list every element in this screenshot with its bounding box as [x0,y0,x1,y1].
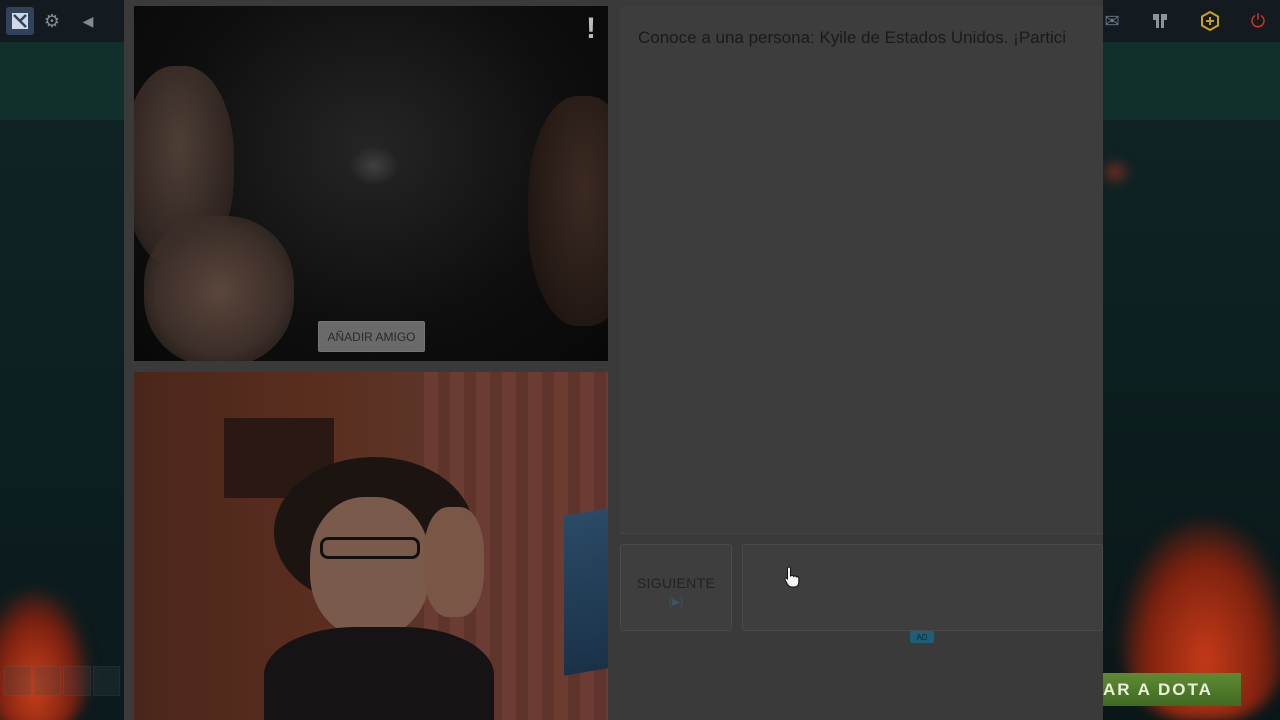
play-dota-label: AR A DOTA [1103,679,1213,699]
dota-logo-icon[interactable] [6,7,34,35]
ad-badge: AD [910,631,934,643]
chat-log[interactable]: Conoce a una persona: Kyile de Estados U… [620,6,1103,534]
next-key-hint: (▶) [668,597,684,608]
back-arrow-icon[interactable]: ◀ [74,7,102,35]
fire-effect [1100,160,1130,184]
next-button-label: SIGUIENTE [636,575,716,591]
video-chat-overlay: ! AÑADIR AMIGO Conoce a una persona: Kyi… [124,0,1103,720]
gear-icon[interactable]: ⚙ [38,7,66,35]
next-button[interactable]: SIGUIENTE (▶) [620,544,732,631]
armory-icon[interactable] [1146,7,1174,35]
plus-icon[interactable] [1196,7,1224,35]
play-dota-button[interactable]: AR A DOTA [1103,673,1241,706]
report-icon[interactable]: ! [586,12,596,46]
chat-message: Conoce a una persona: Kyile de Estados U… [638,28,1067,47]
self-video [134,372,608,720]
screen: ⚙ ◀ ✉ ⏻ AR A DOTA ! AÑADIR AMIGO Conoce … [0,0,1280,720]
stranger-video: ! AÑADIR AMIGO [134,6,608,361]
party-slots[interactable] [0,662,124,700]
add-friend-button[interactable]: AÑADIR AMIGO [318,321,425,352]
mouse-cursor-icon [784,566,800,588]
power-icon[interactable]: ⏻ [1244,7,1272,35]
